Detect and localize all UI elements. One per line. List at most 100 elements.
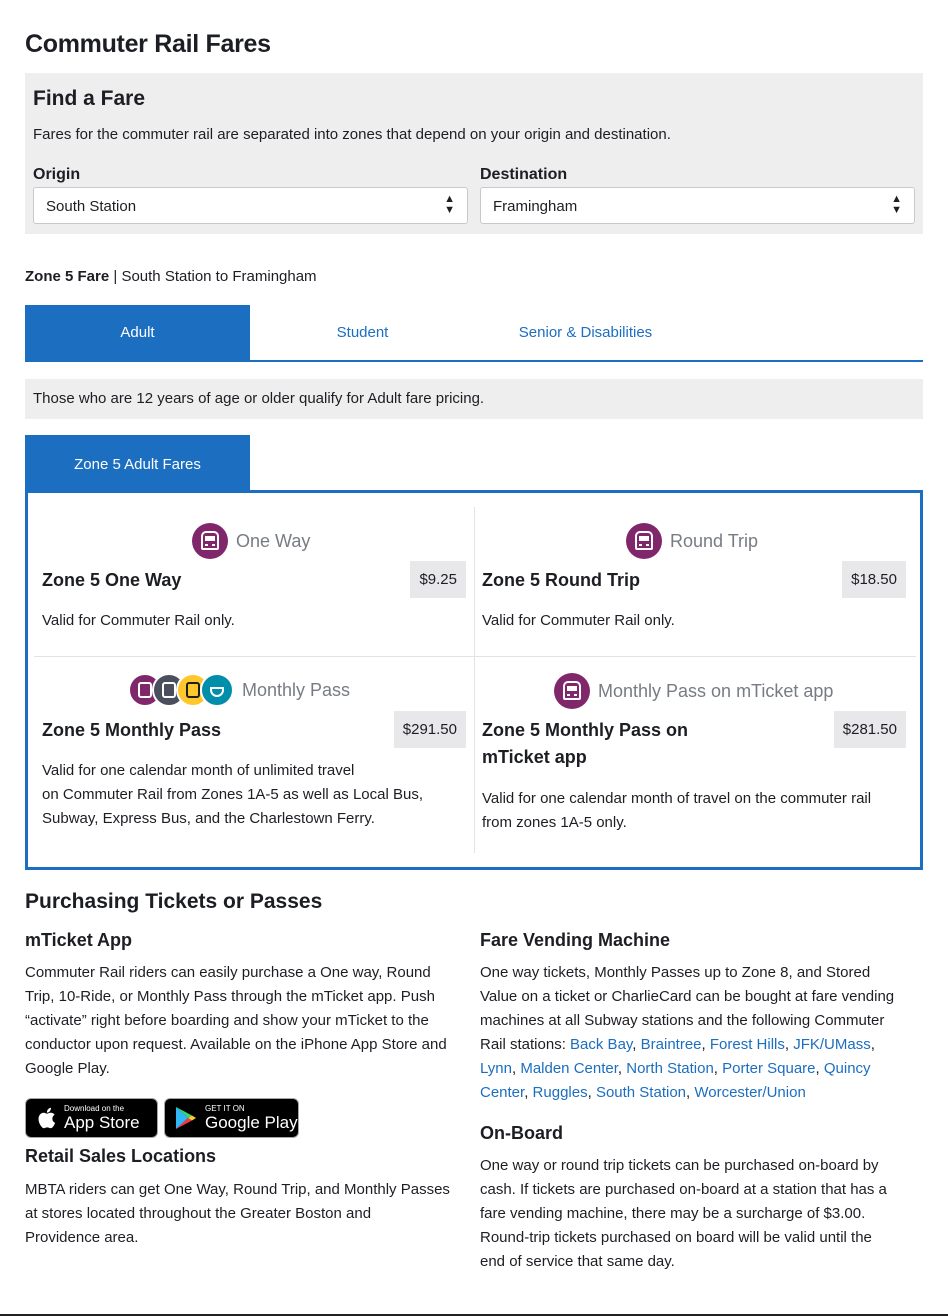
app-store-text: Download on the App Store — [64, 1104, 140, 1132]
fare-type-label: Round Trip — [670, 530, 759, 551]
fare-description: Valid for one calendar month of unlimite… — [42, 759, 423, 831]
text-line: conductor upon request. Available on the… — [25, 1036, 447, 1053]
station-link-north-station[interactable]: North Station — [626, 1060, 714, 1077]
fare-description: Valid for one calendar month of travel o… — [482, 787, 871, 835]
fare-description: Valid for Commuter Rail only. — [42, 612, 235, 629]
station-link-ruggles[interactable]: Ruggles — [533, 1084, 588, 1101]
fare-name: Zone 5 Monthly Pass on mTicket app — [482, 717, 688, 771]
station-link-forest-hills[interactable]: Forest Hills — [710, 1036, 785, 1053]
mticket-heading: mTicket App — [25, 930, 133, 950]
fare-type-label: Monthly Pass on mTicket app — [598, 680, 834, 701]
google-play-text: GET IT ON Google Play — [205, 1104, 298, 1132]
station-link-south-station[interactable]: South Station — [596, 1084, 686, 1101]
destination-select[interactable]: Framingham ▲ ▼ — [480, 187, 915, 224]
fare-card-round-trip: Round Trip Zone 5 Round Trip $18.50 Vali… — [482, 523, 906, 643]
fare-description-line: Subway, Express Bus, and the Charlestown… — [42, 810, 375, 827]
fare-icon-row: Monthly Pass — [128, 673, 350, 707]
purchasing-heading: Purchasing Tickets or Passes — [25, 890, 323, 913]
destination-label: Destination — [480, 166, 568, 183]
find-fare-heading: Find a Fare — [33, 87, 146, 110]
fare-price: $281.50 — [833, 711, 906, 748]
fare-price: $9.25 — [410, 561, 466, 598]
apple-icon — [38, 1107, 56, 1129]
text-line: One way or round trip tickets can be pur… — [480, 1157, 879, 1174]
fare-card-monthly-pass-mticket: Monthly Pass on mTicket app Zone 5 Month… — [482, 673, 906, 843]
text-line: Commuter Rail riders can easily purchase… — [25, 964, 431, 981]
text-line: cash. If tickets are purchased on-board … — [480, 1181, 887, 1198]
fare-type-label: One Way — [236, 530, 311, 551]
text-line: “activate” right before boarding and sho… — [25, 1012, 429, 1029]
vending-description: One way tickets, Monthly Passes up to Zo… — [480, 961, 920, 1105]
text-line: Value on a ticket or CharlieCard can be … — [480, 988, 895, 1005]
eligibility-note: Those who are 12 years of age or older q… — [25, 379, 923, 419]
origin-select[interactable]: South Station ▲ ▼ — [33, 187, 468, 224]
text-line: One way tickets, Monthly Passes up to Zo… — [480, 964, 871, 981]
station-link-back-bay[interactable]: Back Bay — [570, 1036, 632, 1053]
text-line: Rail stations: Back Bay, Braintree, Fore… — [480, 1036, 875, 1053]
zone-route: South Station to Framingham — [121, 268, 317, 285]
zone-separator: | — [113, 268, 118, 285]
text-line: Trip, 10-Ride, or Monthly Pass through t… — [25, 988, 435, 1005]
text-line: at stores located throughout the Greater… — [25, 1205, 372, 1222]
fare-icon-row: Round Trip — [626, 523, 758, 559]
text-line: MBTA riders can get One Way, Round Trip,… — [25, 1181, 450, 1198]
fare-description-line: from zones 1A-5 only. — [482, 814, 627, 831]
commuter-rail-icon — [192, 523, 228, 559]
find-fare-panel: Find a Fare Fares for the commuter rail … — [25, 73, 923, 234]
text-fragment: Rail stations: — [480, 1036, 571, 1053]
ferry-icon — [200, 673, 234, 707]
tab-senior-disabilities[interactable]: Senior & Disabilities — [473, 305, 698, 360]
fare-card-one-way: One Way Zone 5 One Way $9.25 Valid for C… — [42, 523, 466, 643]
fare-icon-row: One Way — [192, 523, 310, 559]
fare-name: Zone 5 Round Trip — [482, 570, 640, 590]
onboard-description: One way or round trip tickets can be pur… — [480, 1154, 920, 1274]
origin-select-value: South Station — [46, 198, 137, 215]
fare-description: Valid for Commuter Rail only. — [482, 612, 675, 629]
tab-student[interactable]: Student — [250, 305, 475, 360]
zone-name: Zone 5 Fare — [25, 268, 110, 285]
fare-price: $18.50 — [842, 561, 906, 598]
mticket-description: Commuter Rail riders can easily purchase… — [25, 961, 475, 1081]
text-line: Lynn, Malden Center, North Station, Port… — [480, 1060, 871, 1101]
fare-description-line: Valid for one calendar month of travel o… — [482, 790, 872, 807]
station-link-malden-center[interactable]: Malden Center — [520, 1060, 618, 1077]
tab-adult[interactable]: Adult — [25, 305, 250, 360]
retail-description: MBTA riders can get One Way, Round Trip,… — [25, 1178, 475, 1250]
page-title: Commuter Rail Fares — [25, 30, 271, 58]
station-link-worcester-union[interactable]: Worcester/Union — [694, 1084, 805, 1101]
station-link-porter-square[interactable]: Porter Square — [722, 1060, 815, 1077]
google-play-button[interactable]: GET IT ON Google Play — [164, 1098, 299, 1138]
select-arrows-icon: ▲ ▼ — [891, 193, 902, 216]
google-play-small: GET IT ON — [205, 1104, 245, 1113]
app-store-button[interactable]: Download on the App Store — [25, 1098, 158, 1138]
text-line: fare vending machine, there may be a sur… — [480, 1205, 866, 1222]
text-line: Google Play. — [25, 1060, 110, 1077]
fare-name: Zone 5 One Way — [42, 570, 182, 590]
station-link-jfk-umass[interactable]: JFK/UMass — [793, 1036, 871, 1053]
divider — [34, 656, 916, 657]
onboard-heading: On-Board — [480, 1123, 563, 1143]
commuter-rail-icon — [626, 523, 662, 559]
fare-description-line: on Commuter Rail from Zones 1A-5 as well… — [42, 786, 423, 803]
destination-select-value: Framingham — [493, 198, 578, 215]
vending-heading: Fare Vending Machine — [480, 930, 671, 950]
text-line: Round-trip tickets purchased on board wi… — [480, 1229, 872, 1246]
text-line: end of service that same day. — [480, 1253, 675, 1270]
station-link-braintree[interactable]: Braintree — [641, 1036, 702, 1053]
select-arrows-icon: ▲ ▼ — [444, 193, 455, 216]
rider-tabs: Adult Student Senior & Disabilities — [25, 305, 923, 362]
fare-description-line: Valid for one calendar month of unlimite… — [42, 762, 355, 779]
station-link-lynn[interactable]: Lynn — [480, 1060, 512, 1077]
fare-name-line: mTicket app — [482, 747, 587, 767]
fare-price: $291.50 — [393, 711, 466, 748]
retail-heading: Retail Sales Locations — [25, 1146, 217, 1166]
google-play-icon — [176, 1107, 196, 1129]
fares-panel: One Way Zone 5 One Way $9.25 Valid for C… — [25, 490, 923, 870]
app-store-big: App Store — [64, 1113, 140, 1132]
tab-zone-fares[interactable]: Zone 5 Adult Fares — [25, 435, 250, 493]
text-line: machines at all Subway stations and the … — [480, 1012, 885, 1029]
google-play-big: Google Play — [205, 1113, 298, 1132]
app-store-small: Download on the — [64, 1104, 125, 1113]
zone-summary: Zone 5 Fare | South Station to Framingha… — [25, 268, 317, 285]
find-fare-description: Fares for the commuter rail are separate… — [33, 126, 671, 143]
